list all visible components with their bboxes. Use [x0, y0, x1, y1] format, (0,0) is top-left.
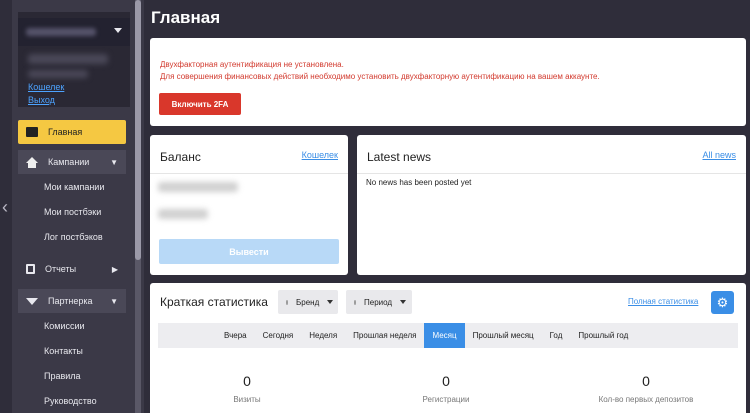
kpi-registrations: 0 Регистрации: [386, 373, 506, 404]
sidebar-scrollbar[interactable]: [135, 0, 141, 413]
kpi-label: Регистрации: [422, 395, 470, 404]
sidebar-subitem-contacts[interactable]: Контакты: [18, 338, 126, 363]
sidebar-subitem-postback-log[interactable]: Лог постбэков: [18, 224, 126, 249]
kpi-value: 0: [442, 373, 450, 389]
account-selector[interactable]: [18, 18, 130, 46]
sidebar-subitem-guide[interactable]: Руководство: [18, 388, 126, 413]
account-info-blurred: [28, 70, 88, 78]
news-panel: Latest news All news No news has been po…: [357, 135, 746, 275]
scrollbar-thumb[interactable]: [135, 0, 141, 260]
kpi-label: Визиты: [233, 395, 261, 404]
chevron-right-icon: ▶: [111, 264, 118, 274]
account-name-blurred: [26, 28, 96, 36]
period-tabs: Вчера Сегодня Неделя Прошлая неделя Меся…: [158, 323, 738, 348]
sidebar-item-home[interactable]: Главная: [18, 120, 126, 144]
tab-last-month[interactable]: Прошлый месяц: [465, 323, 542, 348]
triangle-icon: [26, 297, 38, 305]
page-title: Главная: [151, 8, 221, 27]
divider: [150, 173, 348, 174]
tab-month[interactable]: Месяц: [424, 323, 465, 348]
chevron-down-icon: ▼: [110, 157, 118, 167]
sidebar-item-label: Главная: [48, 127, 83, 137]
card-icon: [26, 127, 38, 137]
gear-icon: ⚙: [716, 295, 729, 310]
stats-panel: Краткая статистика Бренд Период Полная с…: [150, 283, 746, 413]
withdraw-button[interactable]: Вывести: [159, 239, 339, 264]
wallet-link[interactable]: Кошелек: [28, 82, 64, 92]
sidebar-item-label: Кампании: [48, 157, 90, 167]
balance-panel: Баланс Кошелек Вывести: [150, 135, 348, 275]
all-news-link[interactable]: All news: [702, 150, 736, 160]
caret-down-icon: [400, 300, 407, 304]
caret-down-icon: [327, 300, 334, 304]
settings-button[interactable]: ⚙: [711, 291, 734, 314]
alert-message: Двухфакторная аутентификация не установл…: [160, 60, 344, 69]
balance-title: Баланс: [160, 150, 201, 164]
chevron-down-icon: ▼: [110, 296, 118, 306]
brand-dropdown-label: Бренд: [296, 297, 320, 307]
radio-dot-icon: [354, 299, 356, 305]
tab-last-year[interactable]: Прошлый год: [570, 323, 636, 348]
news-empty-message: No news has been posted yet: [366, 178, 472, 187]
tab-last-week[interactable]: Прошлая неделя: [345, 323, 424, 348]
radio-dot-icon: [286, 299, 288, 305]
account-info-blurred: [28, 54, 108, 64]
news-title: Latest news: [367, 150, 432, 164]
sidebar-item-partners[interactable]: Партнерка ▼: [18, 289, 126, 313]
sidebar-subitem-rules[interactable]: Правила: [18, 363, 126, 388]
enable-2fa-button[interactable]: Включить 2FA: [159, 93, 241, 115]
period-dropdown[interactable]: Период: [346, 290, 412, 314]
kpi-value: 0: [642, 373, 650, 389]
sidebar-item-campaigns[interactable]: Кампании ▼: [18, 150, 126, 174]
alert-message: Для совершения финансовых действий необх…: [160, 72, 600, 81]
sidebar-item-label: Партнерка: [48, 296, 93, 306]
sidebar-subitem-commissions[interactable]: Комиссии: [18, 313, 126, 338]
balance-value-blurred: [158, 182, 238, 192]
kpi-visits: 0 Визиты: [187, 373, 307, 404]
kpi-label: Кол-во первых депозитов: [598, 395, 694, 404]
sidebar-item-reports[interactable]: Отчеты ▶: [18, 257, 126, 281]
kpi-value: 0: [243, 373, 251, 389]
sidebar-menu: Главная Кампании ▼ Мои кампании Мои пост…: [18, 120, 126, 413]
home-icon: [26, 157, 38, 168]
tab-week[interactable]: Неделя: [301, 323, 345, 348]
brand-dropdown[interactable]: Бренд: [278, 290, 338, 314]
account-block: Кошелек Выход: [18, 12, 130, 107]
kpi-first-deposits: 0 Кол-во первых депозитов: [586, 373, 706, 404]
clipboard-icon: [26, 264, 35, 274]
stats-title: Краткая статистика: [160, 295, 268, 309]
full-stats-link[interactable]: Полная статистика: [628, 297, 698, 306]
tab-today[interactable]: Сегодня: [255, 323, 302, 348]
logout-link[interactable]: Выход: [28, 95, 55, 105]
sidebar-collapse-arrow[interactable]: ‹: [0, 196, 10, 218]
twofa-alert-panel: Двухфакторная аутентификация не установл…: [150, 38, 746, 126]
wallet-link[interactable]: Кошелек: [302, 150, 338, 160]
chevron-down-icon: [114, 28, 122, 33]
balance-value-blurred: [158, 209, 208, 219]
tab-year[interactable]: Год: [542, 323, 571, 348]
divider: [357, 173, 746, 174]
sidebar-item-label: Отчеты: [45, 264, 77, 274]
period-dropdown-label: Период: [364, 297, 393, 307]
sidebar-subitem-my-campaigns[interactable]: Мои кампании: [18, 174, 126, 199]
sidebar-subitem-my-postbacks[interactable]: Мои постбэки: [18, 199, 126, 224]
tab-yesterday[interactable]: Вчера: [216, 323, 255, 348]
